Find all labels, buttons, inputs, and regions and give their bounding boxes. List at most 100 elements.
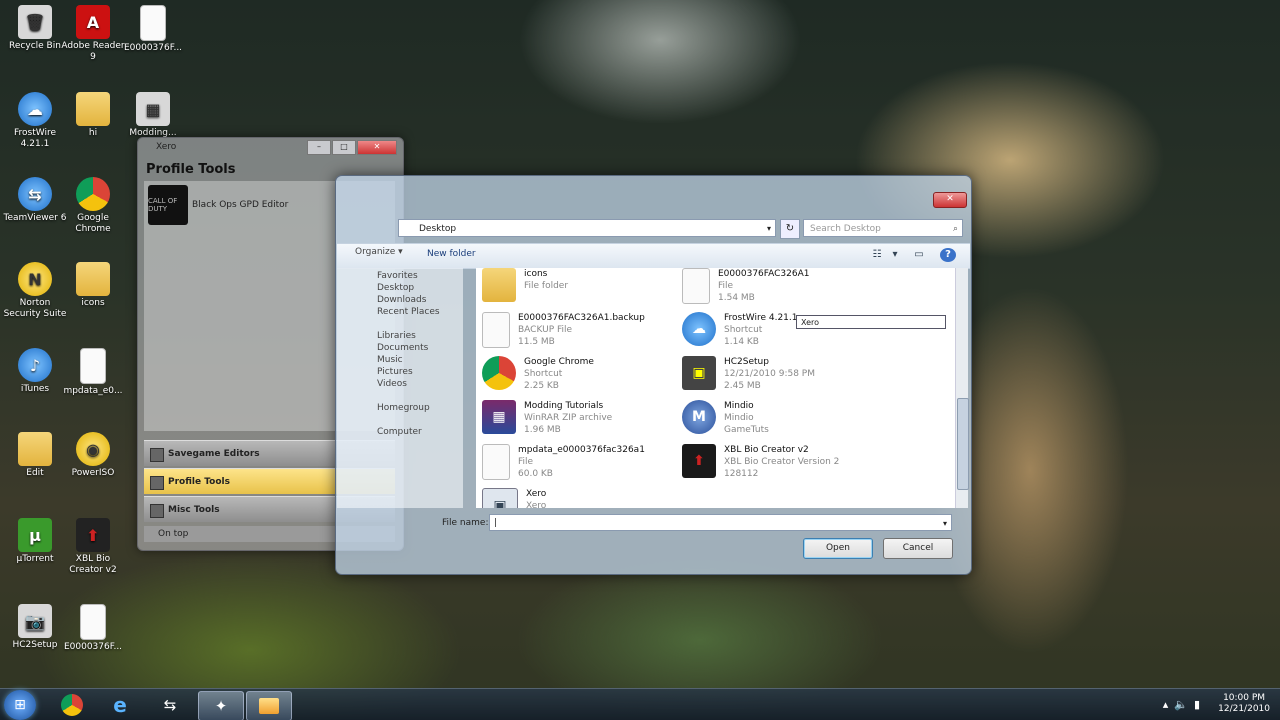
desktop-icon-adobe-reader[interactable]: A Adobe Reader 9 [60,5,126,63]
file-item[interactable]: M Mindio Mindio GameTuts [682,400,882,436]
file-name: XBL Bio Creator v2 [724,445,809,455]
category-icon [150,504,164,518]
xbl-bio-creator-icon: ⬆ [76,518,110,552]
show-hidden-icon[interactable]: ▴ [1163,698,1169,711]
file-name: E0000376FAC326A1 [718,269,810,279]
nav-pane-item[interactable]: Desktop [337,282,463,294]
view-options-icon[interactable]: ☷ [869,248,885,262]
nav-pane-item[interactable]: Homegroup [337,402,463,414]
desktop-icon-label: Norton Security Suite [3,298,67,319]
file-detail: WinRAR ZIP archive [524,413,613,423]
desktop-icon-modding-tutorials[interactable]: ▦ Modding... [120,92,186,139]
search-icon: ⌕ [952,224,958,234]
nav-pane-item[interactable]: Favorites [337,270,463,282]
nav-pane-item[interactable]: Libraries [337,330,463,342]
nav-pane-item[interactable]: Recent Places [337,306,463,318]
address-bar[interactable]: Desktop ▾ [398,219,776,237]
nav-pane-item[interactable]: Documents [337,342,463,354]
file-item[interactable]: ⬆ XBL Bio Creator v2 XBL Bio Creator Versi… [682,444,882,480]
clock[interactable]: 10:00 PM 12/21/2010 [1218,693,1270,715]
desktop-icon-poweriso[interactable]: ◉ PowerISO [60,432,126,479]
preview-pane-icon[interactable]: ▭ [911,248,927,262]
nav-pane-item[interactable] [337,390,463,402]
file-detail: Shortcut [724,325,763,335]
hc2setup-icon: 📷 [18,604,52,638]
network-icon[interactable]: ▮ [1194,698,1200,711]
file-name-label: File name: [442,518,489,528]
file-item[interactable]: E0000376FAC326A1 File 1.54 MB [682,268,882,304]
desktop-icon-label: Recycle Bin [9,41,61,51]
google-chrome-icon [76,177,110,211]
maximize-icon[interactable]: □ [332,140,356,155]
refresh-icon[interactable]: ↻ [780,219,800,239]
scrollbar-thumb[interactable] [957,398,969,490]
file-item[interactable]: ▣ HC2Setup 12/21/2010 9:58 PM 2.45 MB [682,356,882,392]
desktop-icon-file-2[interactable]: E0000376F... [60,604,126,653]
file-detail: Xero [526,501,547,508]
dialog-close-icon[interactable]: ✕ [933,192,967,208]
file-meta: E0000376FAC326A1.backup BACKUP File 11.5 M… [518,312,645,348]
nav-pane-item[interactable] [337,414,463,426]
tool-black-ops-gpd-editor[interactable]: CALL OF DUTY Black Ops GPD Editor [148,185,288,225]
volume-icon[interactable]: 🔈 [1174,698,1188,711]
chevron-down-icon[interactable]: ▾ [943,515,947,532]
nav-pane-item[interactable]: Music [337,354,463,366]
desktop-icon-hc2setup[interactable]: 📷 HC2Setup [2,604,68,651]
file-name: Xero [526,489,547,499]
start-button[interactable]: ⊞ [4,690,36,720]
desktop-icon-folder-hi[interactable]: hi [60,92,126,139]
adobe-reader-icon: A [76,5,110,39]
desktop-icon-xbl-bio-creator[interactable]: ⬆ XBL Bio Creator v2 [60,518,126,576]
file-item[interactable]: E0000376FAC326A1.backup BACKUP File 11.5 M… [482,312,682,348]
desktop-icon-google-chrome[interactable]: Google Chrome [60,177,126,235]
file-name: icons [524,269,548,279]
cancel-button[interactable]: Cancel [883,538,953,559]
file-meta: E0000376FAC326A1 File 1.54 MB [718,268,809,304]
desktop-icon-folder-icons[interactable]: icons [60,262,126,309]
nav-pane-item[interactable] [337,318,463,330]
internet-explorer-icon[interactable]: e [98,691,142,719]
desktop-icon-recycle-bin[interactable]: 🗑 Recycle Bin [2,5,68,52]
desktop-icon-utorrent[interactable]: µ µTorrent [2,518,68,565]
file-item[interactable]: ▦ Modding Tutorials WinRAR ZIP archive 1.96… [482,400,682,436]
desktop-icon-frostwire[interactable]: ☁ FrostWire 4.21.1 [2,92,68,150]
file-item[interactable]: mpdata_e0000376fac326a1 File 60.0 KB [482,444,682,480]
mpdata-icon [80,348,106,384]
chrome-taskbar-icon[interactable] [50,691,94,719]
search-input[interactable]: Search Desktop ⌕ [803,219,963,237]
folder-icon [482,268,516,302]
desktop-icon-folder-edit[interactable]: Edit [2,432,68,479]
file-name: mpdata_e0000376fac326a1 [518,445,645,455]
file-name: HC2Setup [724,357,769,367]
folder-icons-icon [76,262,110,296]
close-icon[interactable]: ✕ [357,140,397,155]
file-list-scrollbar[interactable] [955,268,969,508]
file-name-input[interactable]: | ▾ [489,514,952,531]
desktop-icon-teamviewer[interactable]: ⇆ TeamViewer 6 [2,177,68,224]
file-meta: icons File folder [524,268,568,302]
explorer-taskbar-icon[interactable] [246,691,292,720]
nav-pane-item[interactable]: Organize ▾ [337,246,463,258]
nav-pane-item[interactable]: Computer [337,426,463,438]
help-icon[interactable]: ? [940,248,956,262]
open-button[interactable]: Open [803,538,873,559]
m-icon: M [682,400,716,434]
teamviewer-taskbar-icon[interactable]: ⇆ [148,691,192,719]
file-item[interactable]: icons File folder [482,268,682,302]
open-file-dialog[interactable]: ✕ Desktop ▾ ↻ Search Desktop ⌕ New folde… [335,175,972,575]
rename-field[interactable]: Xero [796,315,946,329]
desktop-icon-mpdata[interactable]: mpdata_e0... [60,348,126,397]
chevron-down-icon[interactable]: ▾ [887,248,903,262]
nav-pane-item[interactable]: Downloads [337,294,463,306]
file-item[interactable]: ▣ Xero Xero [482,488,682,508]
desktop-icon-itunes[interactable]: ♪ iTunes [2,348,68,395]
nav-pane-item[interactable]: Videos [337,378,463,390]
chevron-down-icon[interactable]: ▾ [767,220,771,238]
file-item[interactable]: Google Chrome Shortcut 2.25 KB [482,356,682,392]
nav-pane-item[interactable]: Pictures [337,366,463,378]
file-detail: File [718,281,734,291]
minimize-icon[interactable]: – [307,140,331,155]
xero-taskbar-icon[interactable]: ✦ [198,691,244,720]
desktop-icon-norton[interactable]: N Norton Security Suite [2,262,68,320]
desktop-icon-file[interactable]: E0000376F... [120,5,186,54]
